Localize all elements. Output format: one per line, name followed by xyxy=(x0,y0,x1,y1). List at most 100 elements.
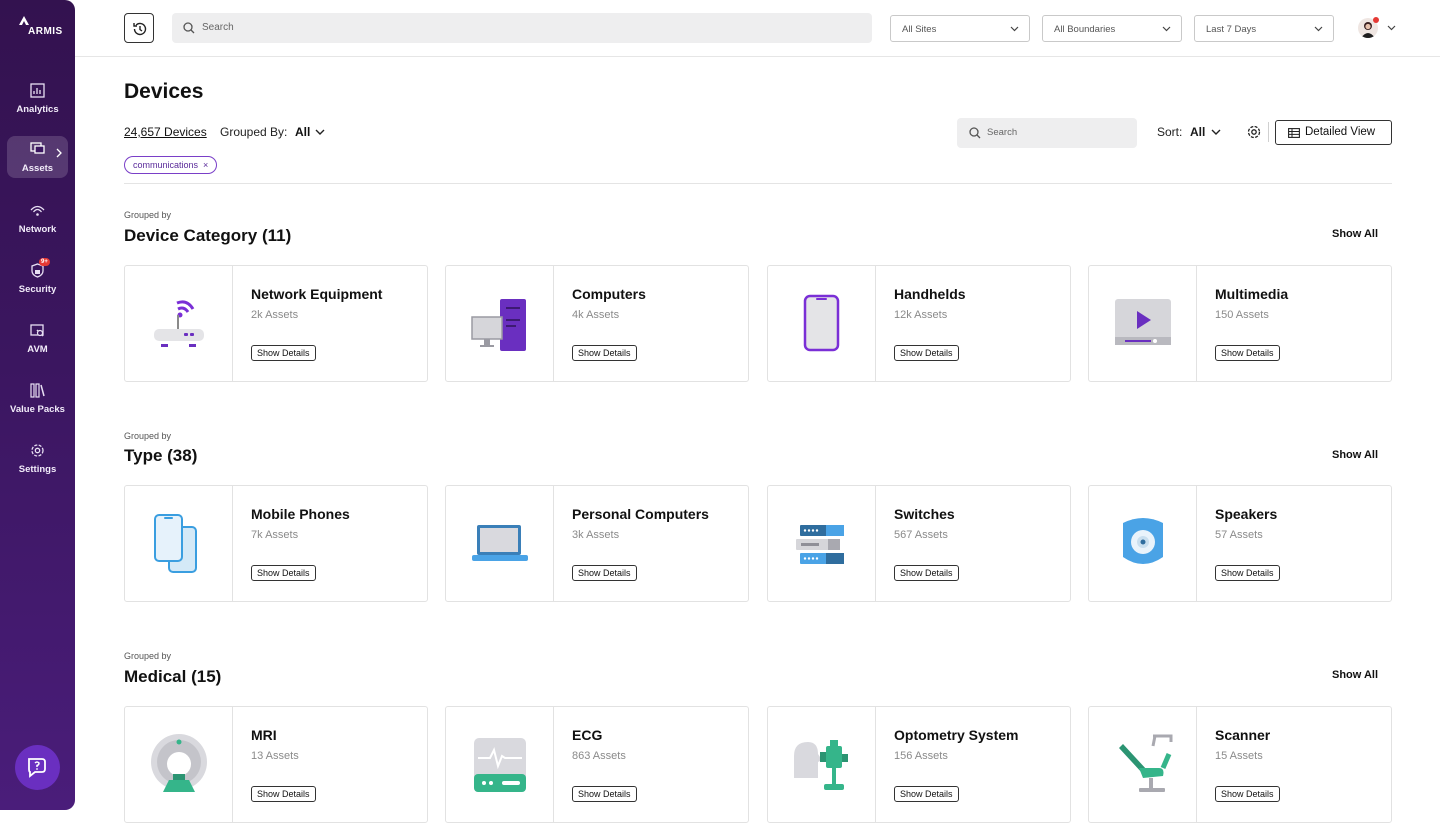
group-kicker: Grouped by xyxy=(124,431,172,441)
chevron-down-icon xyxy=(1010,26,1019,32)
show-details-button[interactable]: Show Details xyxy=(572,345,637,361)
show-details-button[interactable]: Show Details xyxy=(251,345,316,361)
medical-card[interactable]: MRI 13 Assets Show Details xyxy=(124,706,428,823)
sidebar-item-analytics[interactable]: Analytics xyxy=(7,78,68,120)
card-asset-count: 4k Assets xyxy=(572,309,620,321)
sidebar-item-security[interactable]: 9+ Security xyxy=(7,258,68,300)
sidebar-item-assets[interactable]: Assets xyxy=(7,136,68,178)
search-icon xyxy=(183,22,195,34)
devices-search-input[interactable]: Search xyxy=(957,118,1137,148)
card-asset-count: 863 Assets xyxy=(572,750,626,762)
sidebar-item-network[interactable]: Network xyxy=(7,198,68,240)
sidebar-item-label: Analytics xyxy=(16,104,59,115)
grouped-by-dropdown[interactable]: All xyxy=(295,125,310,139)
medical-card[interactable]: ECG 863 Assets Show Details xyxy=(445,706,749,823)
card-image xyxy=(446,707,554,822)
show-details-button[interactable]: Show Details xyxy=(894,565,959,581)
card-title: ECG xyxy=(572,727,603,743)
group-title: Medical (15) xyxy=(124,667,222,686)
sites-dropdown[interactable]: All Sites xyxy=(890,15,1030,42)
show-details-button[interactable]: Show Details xyxy=(572,786,637,802)
gear-icon[interactable] xyxy=(1246,124,1262,140)
group-title: Type (38) xyxy=(124,446,198,465)
chevron-down-icon[interactable] xyxy=(315,129,325,135)
chevron-right-icon xyxy=(56,148,62,158)
card-image xyxy=(1089,266,1197,381)
card-asset-count: 2k Assets xyxy=(251,309,299,321)
category-card[interactable]: Multimedia 150 Assets Show Details xyxy=(1088,265,1392,382)
show-all-link[interactable]: Show All xyxy=(1332,669,1378,681)
type-card[interactable]: Switches 567 Assets Show Details xyxy=(767,485,1071,602)
multimedia-icon xyxy=(1115,299,1171,345)
detailed-view-button[interactable]: Detailed View xyxy=(1275,120,1392,145)
show-details-button[interactable]: Show Details xyxy=(251,786,316,802)
card-asset-count: 13 Assets xyxy=(251,750,299,762)
type-card[interactable]: Mobile Phones 7k Assets Show Details xyxy=(124,485,428,602)
detailed-view-label: Detailed View xyxy=(1305,126,1376,138)
show-details-button[interactable]: Show Details xyxy=(1215,786,1280,802)
security-badge: 9+ xyxy=(39,258,50,266)
group-kicker: Grouped by xyxy=(124,210,172,220)
sidebar: ARMIS Analytics Assets Network 9+ Securi… xyxy=(0,0,75,810)
sidebar-item-value-packs[interactable]: Value Packs xyxy=(7,378,68,420)
chevron-down-icon[interactable] xyxy=(1387,25,1396,31)
network-icon xyxy=(30,205,45,216)
show-details-button[interactable]: Show Details xyxy=(251,565,316,581)
type-card[interactable]: Speakers 57 Assets Show Details xyxy=(1088,485,1392,602)
show-details-button[interactable]: Show Details xyxy=(572,565,637,581)
sidebar-item-settings[interactable]: Settings xyxy=(7,438,68,480)
filter-chip[interactable]: communications × xyxy=(124,156,218,174)
assets-icon xyxy=(30,142,45,154)
sort-label: Sort: xyxy=(1157,125,1183,139)
show-details-button[interactable]: Show Details xyxy=(894,786,959,802)
mobile-phones-icon xyxy=(154,514,197,573)
brand-name: ARMIS xyxy=(28,26,63,37)
show-details-button[interactable]: Show Details xyxy=(1215,345,1280,361)
chevron-down-icon[interactable] xyxy=(1211,129,1221,135)
sort-dropdown[interactable]: All xyxy=(1190,125,1205,139)
card-title: Speakers xyxy=(1215,506,1278,522)
card-asset-count: 7k Assets xyxy=(251,529,299,541)
sidebar-item-avm[interactable]: AVM xyxy=(7,318,68,360)
card-title: Scanner xyxy=(1215,727,1271,743)
card-title: Personal Computers xyxy=(572,506,709,522)
category-card[interactable]: Handhelds 12k Assets Show Details xyxy=(767,265,1071,382)
show-details-button[interactable]: Show Details xyxy=(894,345,959,361)
device-count-link[interactable]: 24,657 Devices xyxy=(124,125,207,139)
card-image xyxy=(768,266,876,381)
router-icon xyxy=(154,300,204,347)
sidebar-item-label: Settings xyxy=(18,464,57,475)
filter-chip-label: communications xyxy=(133,160,199,170)
card-asset-count: 156 Assets xyxy=(894,750,948,762)
history-button[interactable] xyxy=(124,13,154,43)
type-card[interactable]: Personal Computers 3k Assets Show Detail… xyxy=(445,485,749,602)
show-all-link[interactable]: Show All xyxy=(1332,449,1378,461)
category-card[interactable]: Network Equipment 2k Assets Show Details xyxy=(124,265,428,382)
group-kicker: Grouped by xyxy=(124,651,172,661)
global-search-input[interactable]: Search xyxy=(172,13,872,43)
boundaries-dropdown[interactable]: All Boundaries xyxy=(1042,15,1182,42)
chevron-down-icon xyxy=(1162,26,1171,32)
sidebar-item-label: Security xyxy=(18,284,57,295)
card-asset-count: 15 Assets xyxy=(1215,750,1263,762)
sidebar-item-label: Assets xyxy=(21,163,54,174)
notification-dot xyxy=(1373,17,1379,23)
settings-icon xyxy=(31,444,44,457)
medical-card[interactable]: Scanner 15 Assets Show Details xyxy=(1088,706,1392,823)
remove-chip-icon[interactable]: × xyxy=(203,160,208,170)
header-divider xyxy=(124,183,1392,184)
card-asset-count: 57 Assets xyxy=(1215,529,1263,541)
card-asset-count: 12k Assets xyxy=(894,309,948,321)
help-chat-button[interactable] xyxy=(15,745,60,790)
card-title: Handhelds xyxy=(894,286,966,302)
medical-card[interactable]: Optometry System 156 Assets Show Details xyxy=(767,706,1071,823)
time-range-dropdown[interactable]: Last 7 Days xyxy=(1194,15,1334,42)
show-all-link[interactable]: Show All xyxy=(1332,228,1378,240)
show-details-button[interactable]: Show Details xyxy=(1215,565,1280,581)
category-card[interactable]: Computers 4k Assets Show Details xyxy=(445,265,749,382)
grouped-by-label: Grouped By: xyxy=(220,125,288,139)
dropdown-value: All Sites xyxy=(902,24,937,35)
switch-icon xyxy=(796,525,844,564)
card-asset-count: 150 Assets xyxy=(1215,309,1269,321)
toolbar-divider xyxy=(1268,122,1269,142)
